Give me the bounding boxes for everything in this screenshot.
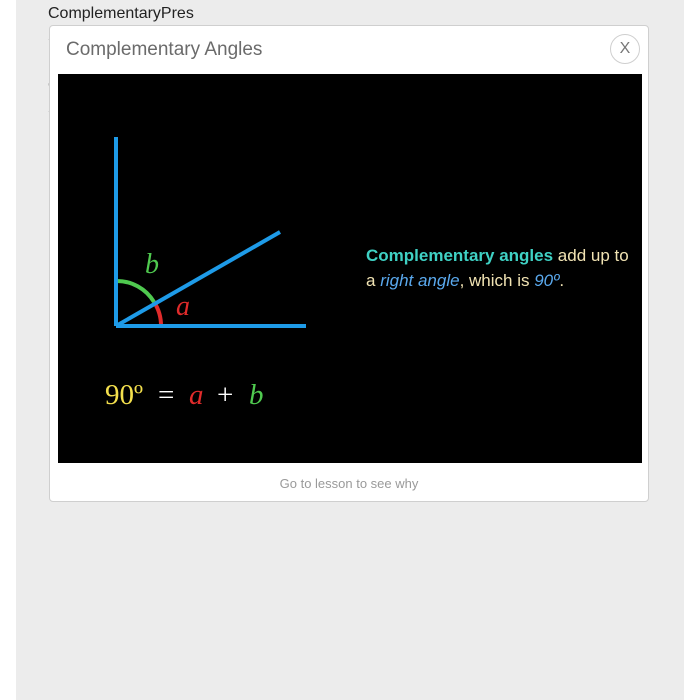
description-text-part: , which is (459, 271, 535, 290)
angle-b-label: b (145, 249, 159, 280)
equation-plus: + (217, 379, 233, 411)
term-ninety-degrees: 90º (534, 271, 560, 290)
diagonal-ray (115, 230, 281, 328)
equation-equals: = (158, 379, 174, 411)
angle-a-label: a (176, 291, 190, 322)
equation-lhs: 90º (105, 379, 143, 411)
description-text: Complementary angles add up to a right a… (366, 243, 636, 293)
equation-b: b (249, 379, 264, 411)
equation-a: a (189, 379, 204, 411)
angle-b-arc (115, 278, 156, 304)
diagram-canvas: b a 90º = a + b Complementary angles add… (58, 74, 642, 463)
modal-dialog: Complementary Angles X b a 90º = a + b C… (49, 25, 649, 502)
description-text-part: . (559, 271, 565, 290)
term-right-angle: right angle (380, 271, 460, 290)
term-complementary-angles: Complementary angles (366, 246, 554, 265)
close-button[interactable]: X (610, 34, 640, 64)
go-to-lesson-link[interactable]: Go to lesson to see why (50, 476, 648, 491)
modal-title: Complementary Angles (66, 39, 263, 60)
list-item[interactable]: ComplementaryPres (48, 2, 194, 26)
